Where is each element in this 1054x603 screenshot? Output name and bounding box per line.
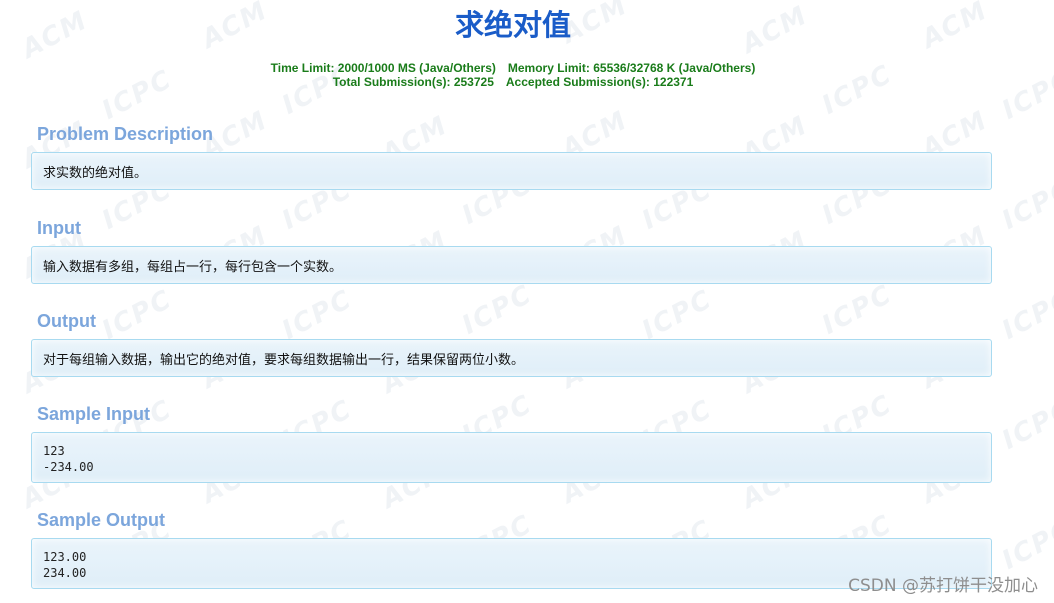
output-heading: Output (37, 311, 96, 331)
sample-input-panel: 123 -234.00 (31, 432, 992, 483)
csdn-watermark: CSDN @苏打饼干没加心 (848, 576, 1038, 596)
description-heading: Problem Description (37, 124, 214, 144)
input-panel: 输入数据有多组，每组占一行，每行包含一个实数。 (31, 246, 992, 284)
description-text: 求实数的绝对值。 (43, 165, 148, 181)
problem-title: 求绝对值 (454, 8, 571, 42)
memory-limit: Memory Limit: 65536/32768 K (Java/Others… (507, 61, 756, 75)
sample-output-code: 123.00 234.00 (43, 550, 87, 580)
sample-output-heading: Sample Output (37, 510, 166, 530)
sample-input-heading: Sample Input (37, 404, 151, 424)
output-panel: 对于每组输入数据，输出它的绝对值，要求每组数据输出一行，结果保留两位小数。 (31, 339, 992, 377)
problem-page: 求绝对值 Time Limit: 2000/1000 MS (Java/Othe… (0, 0, 1054, 603)
output-text: 对于每组输入数据，输出它的绝对值，要求每组数据输出一行，结果保留两位小数。 (43, 352, 525, 368)
limits-line-2: Total Submission(s): 253725 Accepted Subm… (0, 75, 1026, 89)
problem-limits: Time Limit: 2000/1000 MS (Java/Others) Me… (0, 61, 1026, 89)
input-text: 输入数据有多组，每组占一行，每行包含一个实数。 (43, 259, 343, 275)
sample-input-code: 123 -234.00 (43, 444, 94, 474)
accepted-submissions: Accepted Submission(s): 122371 (505, 75, 694, 89)
limits-line-1: Time Limit: 2000/1000 MS (Java/Others) Me… (0, 61, 1026, 75)
input-heading: Input (37, 218, 81, 238)
time-limit: Time Limit: 2000/1000 MS (Java/Others) (270, 61, 496, 75)
total-submissions: Total Submission(s): 253725 (332, 75, 494, 89)
description-panel: 求实数的绝对值。 (31, 152, 992, 190)
